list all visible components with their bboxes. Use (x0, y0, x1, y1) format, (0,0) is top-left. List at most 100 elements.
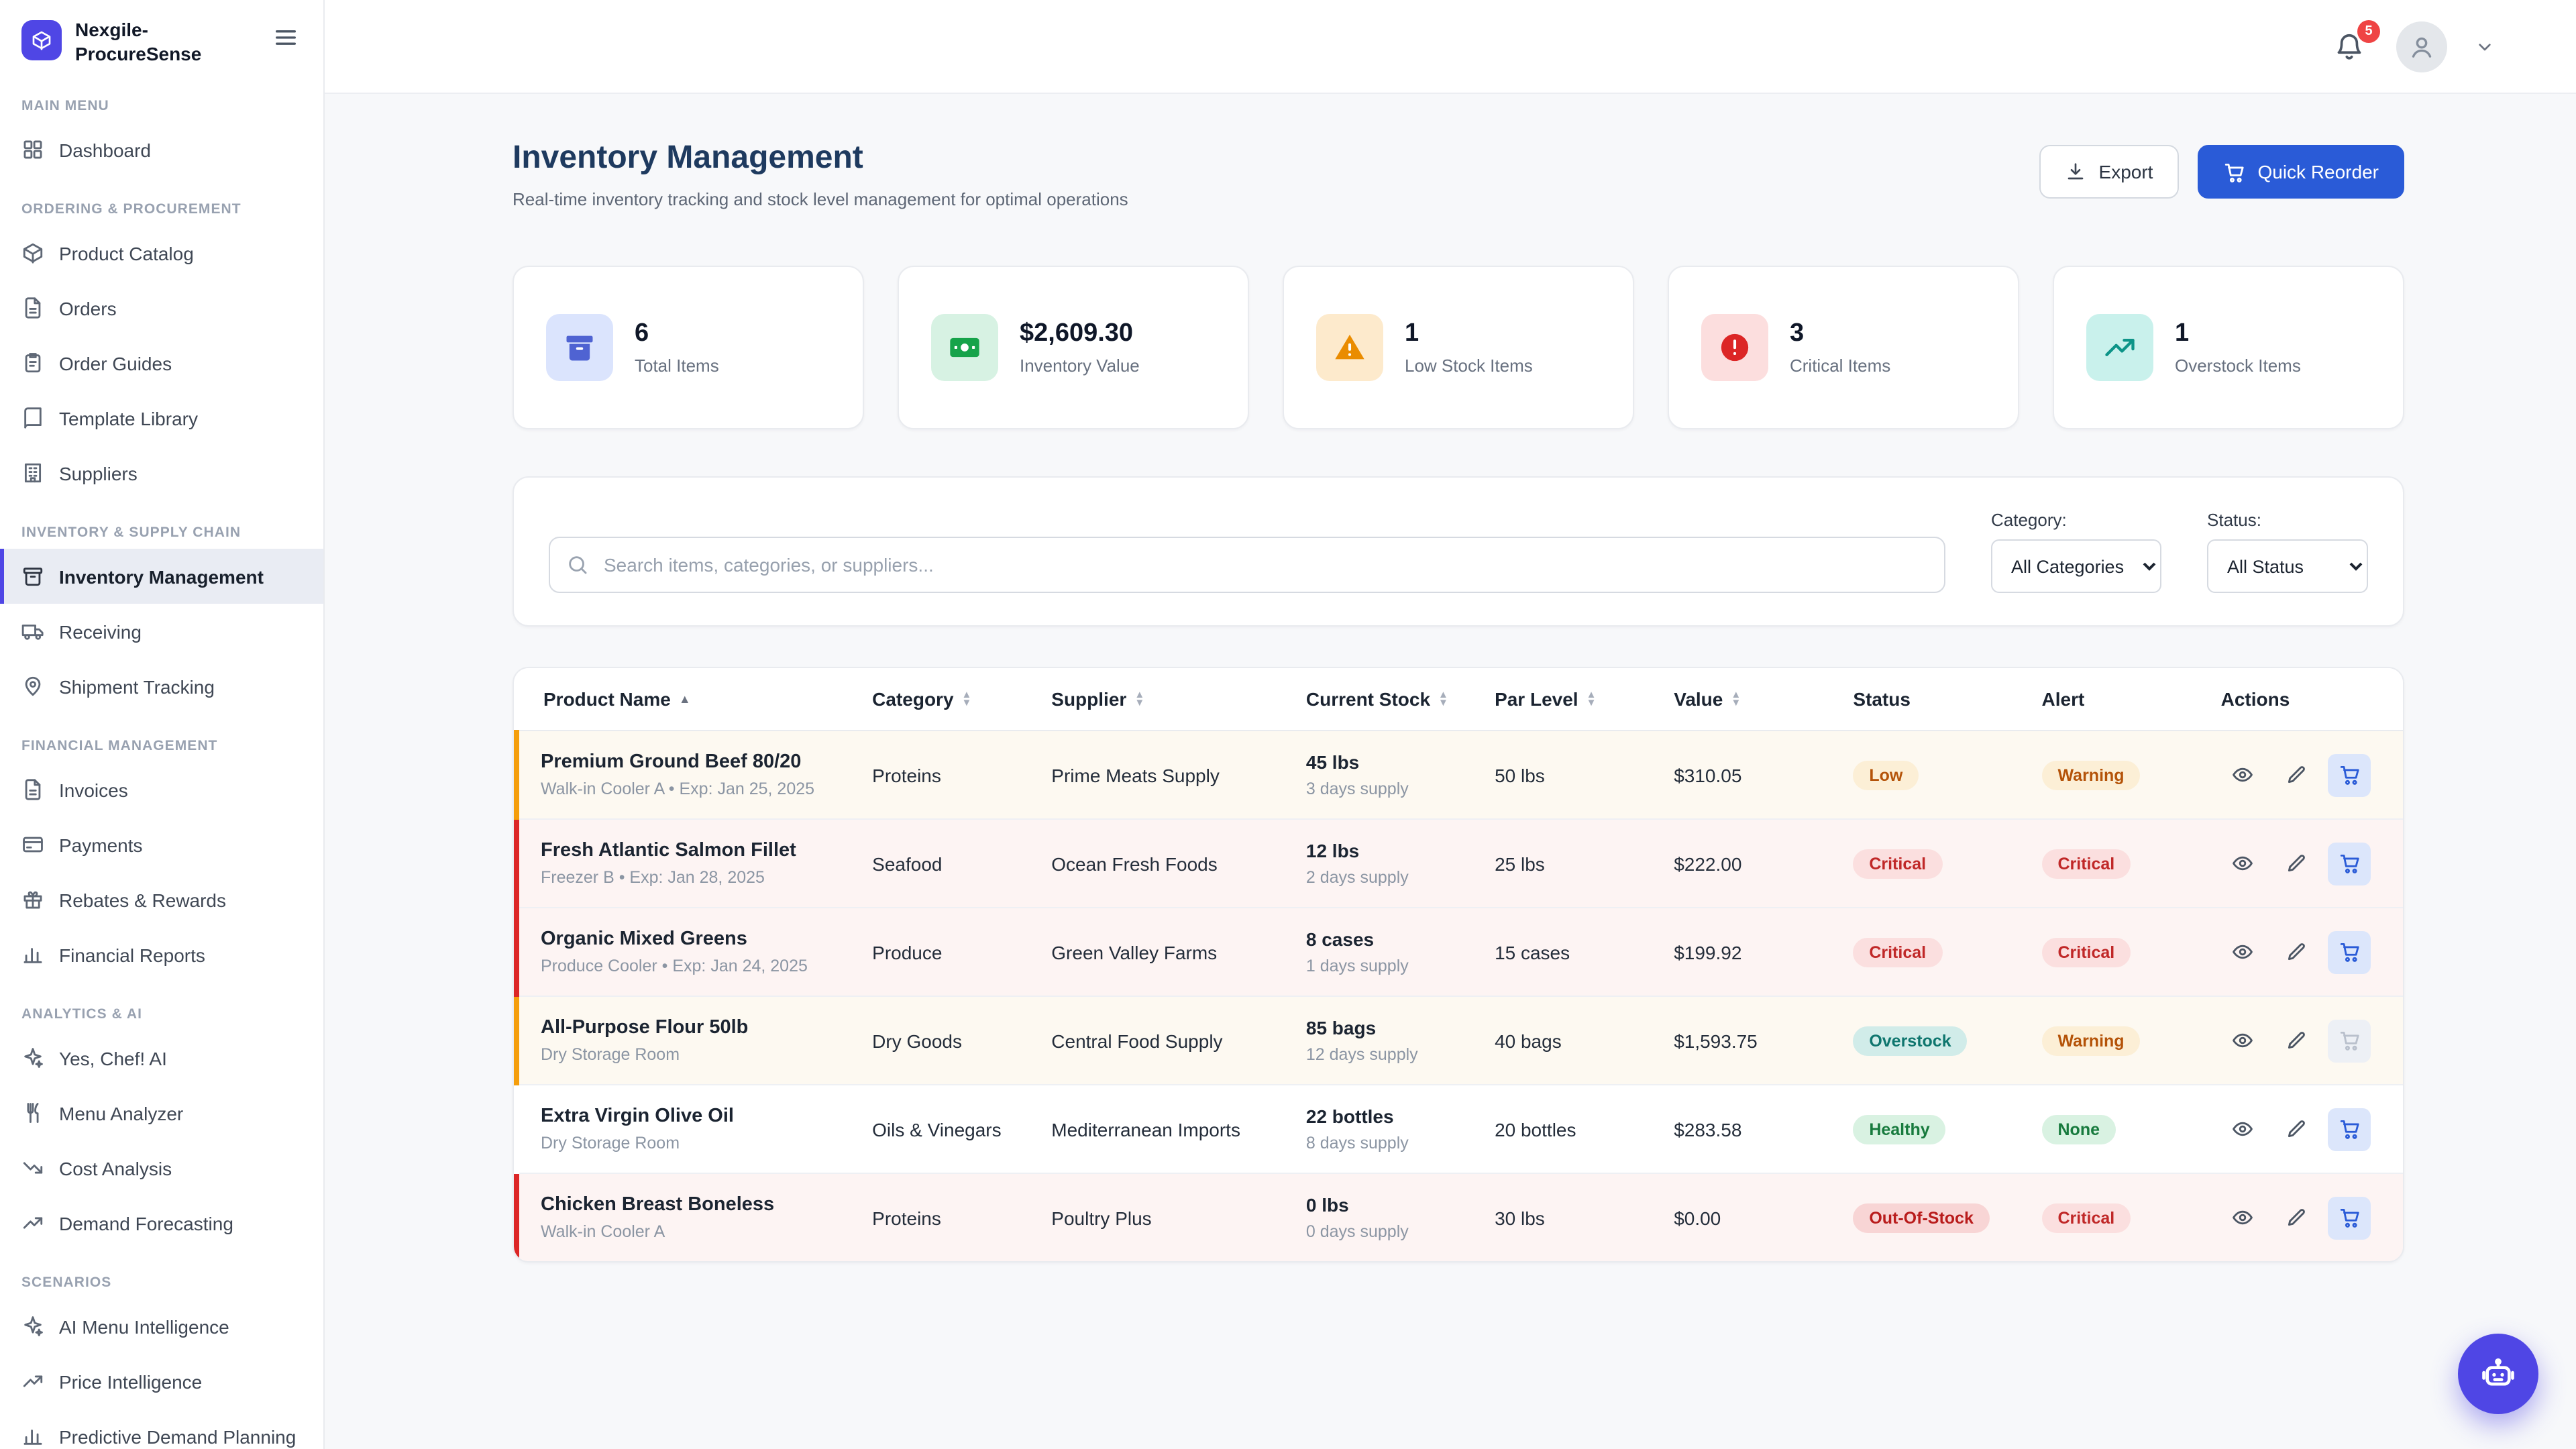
reorder-button[interactable] (2328, 930, 2371, 973)
sidebar-item-menu-analyzer[interactable]: Menu Analyzer (0, 1085, 323, 1140)
view-button[interactable] (2221, 842, 2264, 885)
days-supply: 8 days supply (1306, 1134, 1462, 1152)
export-button-label: Export (2099, 161, 2153, 182)
sidebar-item-orders[interactable]: Orders (0, 280, 323, 335)
search-input[interactable] (549, 537, 1945, 593)
export-button[interactable]: Export (2040, 145, 2179, 199)
eye-icon (2231, 852, 2254, 875)
product-supplier: Prime Meats Supply (1035, 731, 1290, 819)
edit-button[interactable] (2275, 753, 2318, 796)
inventory-row-all-purpose-flour-50lb: All-Purpose Flour 50lb Dry Storage Room … (517, 996, 2403, 1085)
category-filter-label: Category: (1991, 510, 2161, 530)
edit-button[interactable] (2275, 1196, 2318, 1239)
product-location: Dry Storage Room (541, 1045, 840, 1064)
product-box-icon (31, 30, 52, 51)
column-header-value[interactable]: Value▲▼ (1658, 668, 1837, 731)
pencil-icon (2285, 1118, 2308, 1140)
product-supplier: Central Food Supply (1035, 996, 1290, 1085)
trending-up-icon (21, 1370, 44, 1393)
pencil-icon (2285, 852, 2308, 875)
notifications-button[interactable]: 5 (2334, 29, 2369, 64)
reorder-button[interactable] (2328, 1019, 2371, 1062)
category-filter-select[interactable]: All Categories (1991, 539, 2161, 593)
sidebar: Nexgile-ProcureSense MAIN MENUDashboardO… (0, 0, 325, 1449)
sidebar-item-demand-forecasting[interactable]: Demand Forecasting (0, 1195, 323, 1250)
product-box-icon (21, 241, 44, 264)
sidebar-section-label: ORDERING & PROCUREMENT (0, 201, 323, 217)
sidebar-item-ai-menu-intelligence[interactable]: AI Menu Intelligence (0, 1299, 323, 1354)
sidebar-item-label: Dashboard (59, 139, 151, 160)
category-filter-group: Category: All Categories (1991, 510, 2161, 593)
sidebar-item-label: Financial Reports (59, 944, 205, 965)
reorder-button[interactable] (2328, 1108, 2371, 1150)
product-name: Extra Virgin Olive Oil (541, 1106, 840, 1127)
sidebar-item-invoices[interactable]: Invoices (0, 762, 323, 817)
view-button[interactable] (2221, 1108, 2264, 1150)
row-actions (2221, 1196, 2387, 1239)
sidebar-item-dashboard[interactable]: Dashboard (0, 122, 323, 177)
edit-button[interactable] (2275, 930, 2318, 973)
view-button[interactable] (2221, 1019, 2264, 1062)
sidebar-item-suppliers[interactable]: Suppliers (0, 445, 323, 500)
sort-icon: ▲▼ (1438, 691, 1448, 707)
reorder-button[interactable] (2328, 1196, 2371, 1239)
quick-reorder-button[interactable]: Quick Reorder (2197, 145, 2404, 199)
sidebar-item-financial-reports[interactable]: Financial Reports (0, 927, 323, 982)
sidebar-item-product-catalog[interactable]: Product Catalog (0, 225, 323, 280)
view-button[interactable] (2221, 1196, 2264, 1239)
sidebar-item-cost-analysis[interactable]: Cost Analysis (0, 1140, 323, 1195)
brand-name: Nexgile-ProcureSense (75, 17, 259, 66)
view-button[interactable] (2221, 753, 2264, 796)
sidebar-item-order-guides[interactable]: Order Guides (0, 335, 323, 390)
column-header-product-name[interactable]: Product Name▲ (517, 668, 856, 731)
sidebar-item-label: Yes, Chef! AI (59, 1047, 167, 1069)
reorder-button[interactable] (2328, 753, 2371, 796)
column-header-par-level[interactable]: Par Level▲▼ (1479, 668, 1658, 731)
user-avatar[interactable] (2396, 21, 2447, 72)
stat-icon-wrap (2086, 314, 2153, 381)
product-supplier: Poultry Plus (1035, 1173, 1290, 1261)
edit-button[interactable] (2275, 1108, 2318, 1150)
sidebar-item-template-library[interactable]: Template Library (0, 390, 323, 445)
column-header-current-stock[interactable]: Current Stock▲▼ (1290, 668, 1479, 731)
sidebar-section-label: FINANCIAL MANAGEMENT (0, 738, 323, 754)
sidebar-item-shipment-tracking[interactable]: Shipment Tracking (0, 659, 323, 714)
reorder-button[interactable] (2328, 842, 2371, 885)
sidebar-item-predictive-demand-planning[interactable]: Predictive Demand Planning (0, 1409, 323, 1449)
filter-card: Category: All Categories Status: All Sta… (513, 476, 2404, 627)
sidebar-item-payments[interactable]: Payments (0, 817, 323, 872)
sidebar-item-yes-chef-ai[interactable]: Yes, Chef! AI (0, 1030, 323, 1085)
pencil-icon (2285, 941, 2308, 963)
sidebar-item-label: Inventory Management (59, 566, 264, 587)
product-name: Chicken Breast Boneless (541, 1194, 840, 1216)
user-menu-chevron[interactable] (2474, 36, 2496, 57)
inventory-row-fresh-atlantic-salmon-fillet: Fresh Atlantic Salmon Fillet Freezer B •… (517, 819, 2403, 908)
topbar: 5 (325, 0, 2576, 94)
status-filter-select[interactable]: All Status (2207, 539, 2368, 593)
view-button[interactable] (2221, 930, 2264, 973)
trending-down-icon (21, 1157, 44, 1179)
status-badge: Critical (1853, 849, 1942, 878)
row-actions (2221, 842, 2387, 885)
column-header-supplier[interactable]: Supplier▲▼ (1035, 668, 1290, 731)
inventory-table: Product Name▲Category▲▼Supplier▲▼Current… (514, 668, 2403, 1261)
cart-icon (2222, 160, 2245, 183)
sidebar-item-inventory-management[interactable]: Inventory Management (0, 549, 323, 604)
stat-card-inventory-value: $2,609.30 Inventory Value (898, 266, 1249, 429)
trending-up-icon (21, 1212, 44, 1234)
sidebar-item-receiving[interactable]: Receiving (0, 604, 323, 659)
ai-assistant-fab[interactable] (2458, 1334, 2538, 1414)
sidebar-item-rebates-rewards[interactable]: Rebates & Rewards (0, 872, 323, 927)
stat-card-low-stock-items: 1 Low Stock Items (1283, 266, 1634, 429)
column-header-category[interactable]: Category▲▼ (856, 668, 1035, 731)
sidebar-item-label: Price Intelligence (59, 1371, 202, 1392)
current-stock: 8 cases (1306, 928, 1462, 950)
product-category: Proteins (856, 1173, 1035, 1261)
stat-label: Overstock Items (2175, 356, 2301, 376)
edit-button[interactable] (2275, 1019, 2318, 1062)
sidebar-item-price-intelligence[interactable]: Price Intelligence (0, 1354, 323, 1409)
book-icon (21, 407, 44, 429)
sidebar-toggle-button[interactable] (272, 21, 305, 54)
product-category: Produce (856, 908, 1035, 996)
edit-button[interactable] (2275, 842, 2318, 885)
